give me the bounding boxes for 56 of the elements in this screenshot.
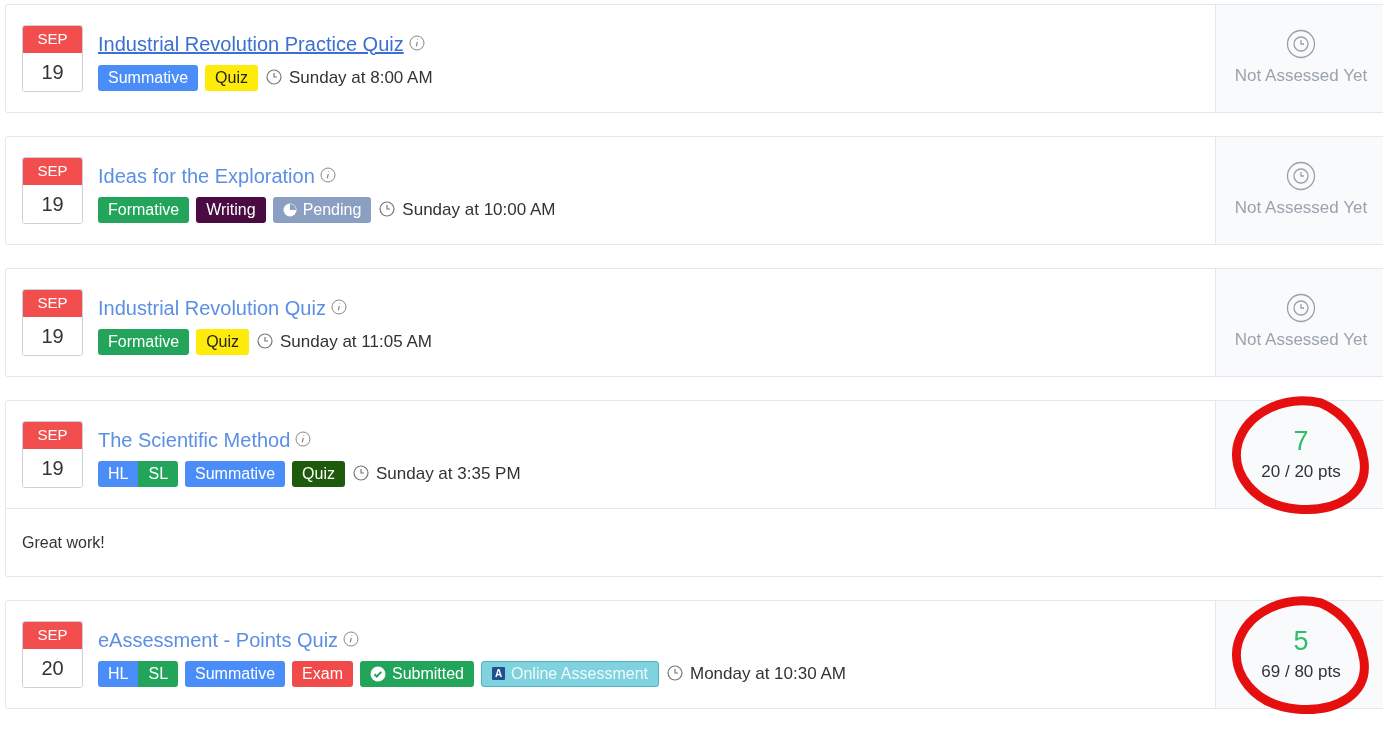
- info-icon: [319, 167, 337, 184]
- grade-points: 20 / 20 pts: [1261, 460, 1341, 483]
- check-circle-icon: [369, 665, 386, 682]
- due-time: Sunday at 10:00 AM: [402, 198, 556, 221]
- tag: Submitted: [359, 660, 474, 687]
- clock-icon: [352, 465, 370, 482]
- tag: Formative: [98, 328, 190, 355]
- grade-score: 7: [1293, 424, 1309, 457]
- tag: Quiz: [292, 460, 345, 487]
- grade-status: Not Assessed Yet: [1234, 328, 1368, 351]
- assignment-title[interactable]: Ideas for the Exploration: [98, 160, 315, 191]
- level-tag: SL: [138, 660, 179, 687]
- due-time: Monday at 10:30 AM: [689, 662, 846, 685]
- level-tag: HL: [98, 660, 139, 687]
- clock-icon: [265, 69, 283, 86]
- tag: Summative: [185, 460, 286, 487]
- date-month: SEP: [23, 290, 82, 317]
- grade-status: Not Assessed Yet: [1234, 64, 1368, 87]
- clock-icon: [1286, 160, 1316, 191]
- tag: Writing: [196, 196, 266, 223]
- letter-icon: A: [492, 667, 505, 680]
- info-icon: [408, 35, 426, 52]
- assignment-title[interactable]: Industrial Revolution Quiz: [98, 292, 326, 323]
- pie-icon: [282, 202, 297, 217]
- date-month: SEP: [23, 422, 82, 449]
- assignment-title[interactable]: Industrial Revolution Practice Quiz: [98, 28, 404, 59]
- due-time: Sunday at 3:35 PM: [375, 462, 521, 485]
- tag: A Online Assessment: [481, 660, 659, 687]
- due-time: Sunday at 11:05 AM: [280, 330, 432, 353]
- grade-score: 5: [1293, 624, 1309, 657]
- tag: Quiz: [205, 64, 258, 91]
- assignment-title[interactable]: eAssessment - Points Quiz: [98, 624, 339, 655]
- clock-icon: [257, 333, 275, 350]
- tag: Summative: [185, 660, 286, 687]
- clock-icon: [379, 201, 397, 218]
- assignment-title[interactable]: The Scientific Method: [98, 424, 291, 455]
- tag: Quiz: [196, 328, 250, 355]
- clock-icon: [1286, 28, 1316, 59]
- grade-status: Not Assessed Yet: [1234, 196, 1368, 219]
- info-icon: [295, 431, 313, 448]
- tag: Exam: [292, 660, 353, 687]
- level-tag: SL: [138, 460, 179, 487]
- date-month: SEP: [23, 158, 82, 185]
- clock-icon: [1286, 292, 1316, 323]
- date-month: SEP: [23, 26, 82, 53]
- grade-points: 69 / 80 pts: [1261, 660, 1341, 683]
- info-icon: [343, 631, 361, 648]
- tag: Pending: [272, 196, 372, 223]
- date-month: SEP: [23, 622, 82, 649]
- clock-icon: [666, 665, 684, 682]
- info-icon: [330, 299, 348, 316]
- level-tag: HL: [98, 460, 139, 487]
- tag: Summative: [98, 64, 199, 91]
- tag: Formative: [98, 196, 190, 223]
- feedback-text: Great work!: [22, 532, 105, 553]
- due-time: Sunday at 8:00 AM: [288, 66, 433, 89]
